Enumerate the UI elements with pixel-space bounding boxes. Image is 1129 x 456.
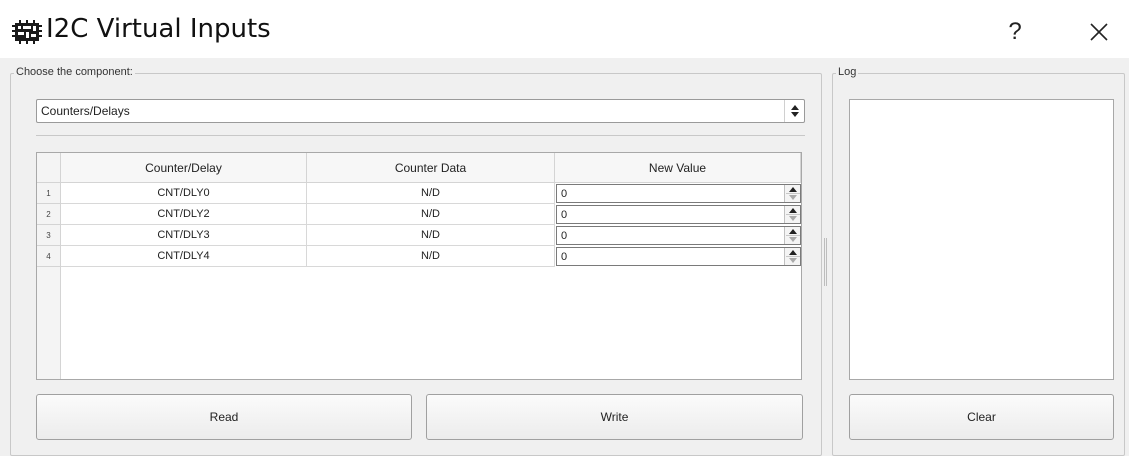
counter-name-cell[interactable]: CNT/DLY3 (61, 225, 307, 246)
log-output[interactable] (849, 99, 1114, 380)
clear-button[interactable]: Clear (849, 394, 1114, 440)
window-title: I2C Virtual Inputs (46, 14, 271, 44)
counter-name-cell[interactable]: CNT/DLY0 (61, 183, 307, 204)
help-button[interactable]: ? (1003, 18, 1027, 46)
title-bar: I2C Virtual Inputs ? (0, 0, 1129, 60)
spinbox-arrows-icon[interactable] (784, 248, 800, 265)
component-select[interactable]: Counters/Delays (36, 99, 805, 123)
counter-data-cell[interactable]: N/D (307, 225, 555, 246)
counter-data-cell[interactable]: N/D (307, 204, 555, 225)
table-row: 1 CNT/DLY0 N/D 0 (37, 183, 801, 204)
close-icon (1090, 23, 1108, 41)
question-icon: ? (1008, 18, 1022, 45)
splitter-handle[interactable] (824, 238, 828, 286)
new-value-text: 0 (561, 188, 568, 200)
new-value-spinbox[interactable]: 0 (556, 247, 801, 266)
component-group-legend: Choose the component: (14, 66, 135, 78)
counter-name-cell[interactable]: CNT/DLY4 (61, 246, 307, 267)
new-value-text: 0 (561, 209, 568, 221)
new-value-spinbox[interactable]: 0 (556, 184, 801, 203)
table-row: 4 CNT/DLY4 N/D 0 (37, 246, 801, 267)
row-number[interactable]: 2 (37, 204, 61, 225)
chip-icon (12, 20, 42, 44)
write-button[interactable]: Write (426, 394, 803, 440)
counter-data-cell[interactable]: N/D (307, 246, 555, 267)
updown-arrow-icon (784, 100, 804, 122)
read-button[interactable]: Read (36, 394, 412, 440)
table-row: 3 CNT/DLY3 N/D 0 (37, 225, 801, 246)
counter-data-cell[interactable]: N/D (307, 183, 555, 204)
close-button[interactable] (1085, 18, 1113, 46)
row-number[interactable]: 3 (37, 225, 61, 246)
table-corner (37, 153, 61, 183)
counters-table: Counter/Delay Counter Data New Value 1 C… (36, 152, 802, 380)
new-value-spinbox[interactable]: 0 (556, 205, 801, 224)
spinbox-arrows-icon[interactable] (784, 227, 800, 244)
header-counter-data[interactable]: Counter Data (307, 153, 555, 183)
log-group-legend: Log (836, 66, 859, 78)
new-value-text: 0 (561, 230, 568, 242)
row-number[interactable]: 1 (37, 183, 61, 204)
new-value-text: 0 (561, 251, 568, 263)
header-new-value[interactable]: New Value (555, 153, 801, 183)
spinbox-arrows-icon[interactable] (784, 185, 800, 202)
component-select-value: Counters/Delays (41, 104, 130, 118)
spinbox-arrows-icon[interactable] (784, 206, 800, 223)
counter-name-cell[interactable]: CNT/DLY2 (61, 204, 307, 225)
header-counter-delay[interactable]: Counter/Delay (61, 153, 307, 183)
new-value-spinbox[interactable]: 0 (556, 226, 801, 245)
separator-line (36, 135, 805, 136)
row-number[interactable]: 4 (37, 246, 61, 267)
table-row: 2 CNT/DLY2 N/D 0 (37, 204, 801, 225)
